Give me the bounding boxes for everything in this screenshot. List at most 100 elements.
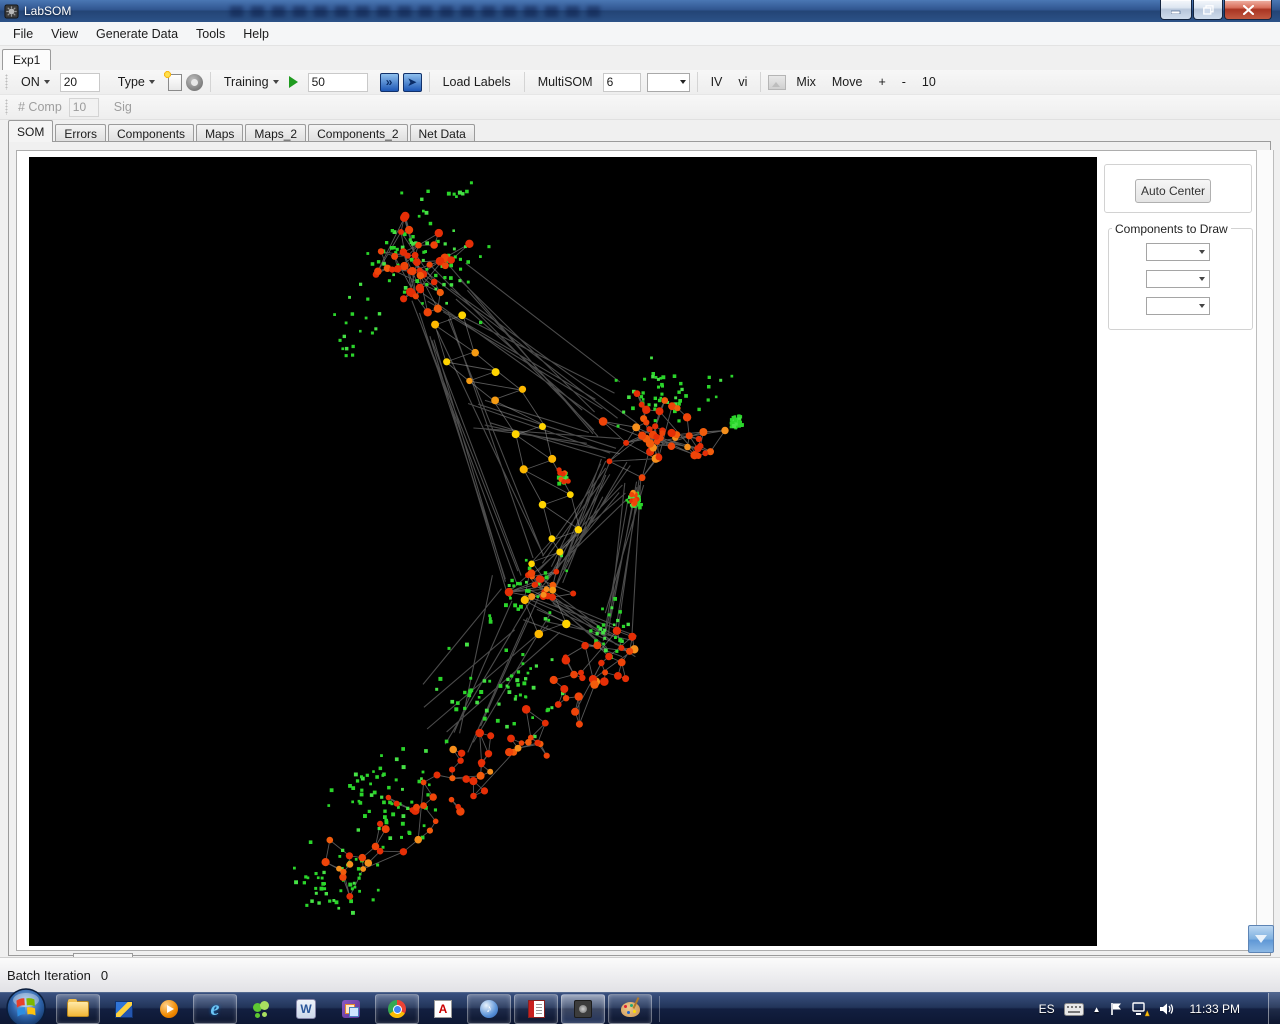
taskbar: e W A ♪ ES ▲ 11:33 PM	[0, 988, 1280, 1024]
vi-button[interactable]: vi	[732, 72, 753, 92]
tab-exp1[interactable]: Exp1	[2, 49, 52, 70]
step-value[interactable]: 10	[916, 72, 942, 92]
toolbar-grip[interactable]	[5, 74, 8, 90]
taskbar-app-palette[interactable]	[608, 994, 652, 1024]
zoom-out-button[interactable]: -	[896, 72, 912, 92]
fast-forward-icon[interactable]: »	[379, 72, 399, 92]
title-bar[interactable]: LabSOM	[0, 0, 1280, 23]
taskbar-app-labsom[interactable]	[561, 994, 605, 1024]
vertical-scrollbar[interactable]	[1256, 150, 1274, 951]
chevron-down-icon	[43, 80, 50, 84]
training-dropdown[interactable]: Training	[218, 72, 285, 92]
taskbar-app-chrome[interactable]	[375, 994, 419, 1024]
toolbar-separator	[523, 72, 525, 92]
toolbar-separator	[209, 72, 211, 92]
new-document-icon[interactable]	[163, 70, 182, 91]
show-desktop-button[interactable]	[1268, 993, 1280, 1024]
tab-maps[interactable]: Maps	[196, 124, 244, 142]
chevron-down-icon	[679, 80, 686, 84]
action-center-flag-icon[interactable]	[1110, 1002, 1123, 1016]
menu-item-file[interactable]: File	[4, 24, 42, 44]
scroll-down-button[interactable]	[1248, 925, 1274, 953]
app-icon	[4, 3, 19, 19]
labsom-icon	[574, 1000, 592, 1018]
gear-icon[interactable]	[185, 73, 203, 91]
sig-label: Sig	[113, 100, 132, 114]
explorer-icon	[67, 999, 89, 1017]
taskbar-app-ie[interactable]: e	[193, 994, 237, 1024]
taskbar-app-flagapp[interactable]	[103, 995, 145, 1023]
menu-item-generate-data[interactable]: Generate Data	[87, 24, 187, 44]
auto-center-button[interactable]: Auto Center	[1135, 179, 1211, 203]
taskbar-apps: e W A ♪	[56, 994, 660, 1024]
main-toolbar: ON 20 Type Training 50 » ➤ Load Labels M…	[0, 70, 1280, 95]
menu-item-view[interactable]: View	[42, 24, 87, 44]
taskbar-app-word[interactable]: W	[285, 995, 327, 1023]
taskbar-app-wmp[interactable]	[148, 995, 190, 1023]
tab-som[interactable]: SOM	[8, 120, 54, 142]
multisom-combo[interactable]	[646, 72, 690, 92]
palette-icon	[620, 1001, 640, 1017]
som-visualization[interactable]	[29, 157, 1097, 946]
on-dropdown[interactable]: ON	[15, 72, 56, 92]
menu-item-help[interactable]: Help	[234, 24, 278, 44]
taskbar-app-rednote[interactable]	[514, 994, 558, 1024]
keyboard-icon[interactable]	[1063, 1002, 1084, 1016]
toolbar-separator	[696, 72, 698, 92]
iv-button[interactable]: IV	[705, 72, 729, 92]
tab-components_2[interactable]: Components_2	[308, 124, 408, 142]
component-combo-3[interactable]	[1146, 297, 1210, 315]
ie-icon: e	[210, 997, 220, 1020]
image-icon[interactable]	[768, 74, 787, 90]
tab-errors[interactable]: Errors	[55, 124, 107, 142]
menu-item-tools[interactable]: Tools	[187, 24, 234, 44]
taskbar-app-acrobat[interactable]: A	[422, 995, 464, 1023]
tab-components[interactable]: Components	[108, 124, 195, 142]
taskbar-app-explorer[interactable]	[56, 994, 100, 1024]
tab-net-data[interactable]: Net Data	[409, 124, 475, 142]
taskbar-app-people[interactable]	[240, 995, 282, 1023]
zoom-in-button[interactable]: +	[872, 72, 891, 92]
system-tray: ES ▲ 11:33 PM	[1039, 993, 1280, 1024]
restore-icon	[1202, 4, 1214, 15]
som-network	[293, 181, 744, 915]
taskbar-separator	[659, 996, 660, 1022]
multisom-value-field[interactable]: 6	[602, 72, 641, 92]
word-icon: W	[296, 999, 316, 1019]
load-labels-button[interactable]: Load Labels	[437, 72, 517, 92]
labsom-window: LabSOM File View Generate Data Tools Help	[0, 0, 1280, 1024]
show-hidden-icons-button[interactable]: ▲	[1093, 1005, 1101, 1014]
component-combo-1[interactable]	[1146, 243, 1210, 261]
training-value-field[interactable]: 50	[307, 72, 368, 92]
tab-maps_2[interactable]: Maps_2	[245, 124, 307, 142]
chevron-down-icon	[1198, 250, 1205, 254]
volume-icon[interactable]	[1159, 1002, 1175, 1016]
toolbar-separator	[428, 72, 430, 92]
mix-button[interactable]: Mix	[790, 72, 821, 92]
experiment-tab-strip: Exp1	[0, 46, 1280, 71]
close-button[interactable]	[1224, 0, 1272, 20]
acrobat-icon: A	[434, 1000, 452, 1018]
restore-button[interactable]	[1193, 0, 1223, 20]
step-forward-icon[interactable]: ➤	[402, 72, 422, 92]
secondary-toolbar: # Comp 10 Sig	[0, 95, 1280, 120]
on-value-field[interactable]: 20	[59, 72, 100, 92]
start-button[interactable]	[5, 987, 47, 1024]
taskbar-app-photos[interactable]	[330, 995, 372, 1023]
clock[interactable]: 11:33 PM	[1190, 1002, 1240, 1016]
run-training-icon[interactable]	[288, 76, 298, 88]
component-combo-2[interactable]	[1146, 270, 1210, 288]
toolbar-grip[interactable]	[5, 99, 8, 115]
chevron-down-icon	[1198, 304, 1205, 308]
multisom-label: MultiSOM	[537, 75, 593, 89]
photos-icon	[342, 1000, 360, 1018]
move-button[interactable]: Move	[826, 72, 869, 92]
menu-bar: File View Generate Data Tools Help	[0, 22, 1280, 46]
flagapp-icon	[115, 1000, 133, 1018]
type-dropdown[interactable]: Type	[112, 72, 161, 92]
network-warning-icon[interactable]	[1131, 1001, 1150, 1017]
language-indicator[interactable]: ES	[1039, 1002, 1055, 1016]
minimize-button[interactable]	[1160, 0, 1192, 20]
taskbar-app-itunes[interactable]: ♪	[467, 994, 511, 1024]
components-to-draw-label: Components to Draw	[1112, 222, 1231, 236]
